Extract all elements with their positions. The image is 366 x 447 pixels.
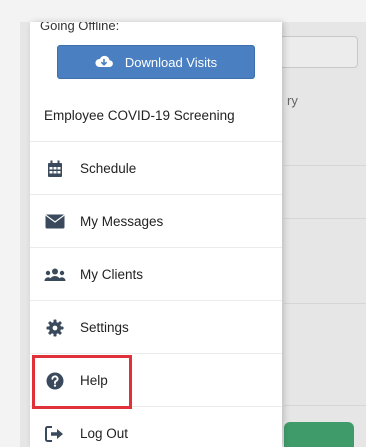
menu-item-label: Help	[80, 373, 108, 388]
app-screen: ry Going Offline: Download Visits Employ…	[0, 0, 366, 447]
users-icon	[44, 264, 66, 286]
menu-item-label: Schedule	[80, 161, 137, 176]
menu-item-label: Employee COVID-19 Screening	[44, 108, 235, 123]
menu-item-schedule[interactable]: Schedule	[30, 143, 282, 195]
menu-item-covid-screening[interactable]: Employee COVID-19 Screening	[30, 90, 282, 142]
question-circle-icon	[44, 370, 66, 392]
background-divider	[284, 165, 366, 166]
menu-item-my-clients[interactable]: My Clients	[30, 249, 282, 301]
menu-item-log-out[interactable]: Log Out	[30, 408, 282, 447]
background-divider	[284, 405, 366, 406]
offline-status-label: Going Offline:	[40, 22, 120, 33]
background-text: ry	[287, 93, 298, 108]
menu-item-help[interactable]: Help	[30, 355, 282, 407]
calendar-icon	[44, 158, 66, 180]
navigation-drawer: Going Offline: Download Visits Employee …	[30, 22, 282, 447]
menu-item-label: My Clients	[80, 267, 144, 282]
sign-out-icon	[44, 423, 66, 445]
menu-item-label: Log Out	[80, 426, 129, 441]
envelope-icon	[44, 211, 66, 233]
menu-item-settings[interactable]: Settings	[30, 302, 282, 354]
background-divider	[284, 303, 366, 304]
menu-item-my-messages[interactable]: My Messages	[30, 196, 282, 248]
menu-item-label: Settings	[80, 320, 129, 335]
background-input[interactable]	[278, 36, 358, 68]
gear-icon	[44, 317, 66, 339]
download-visits-button[interactable]: Download Visits	[57, 45, 255, 79]
cloud-download-icon	[95, 55, 113, 69]
background-action-button[interactable]	[284, 422, 354, 447]
menu-item-label: My Messages	[80, 214, 164, 229]
download-visits-label: Download Visits	[124, 54, 218, 70]
background-divider	[284, 218, 366, 219]
